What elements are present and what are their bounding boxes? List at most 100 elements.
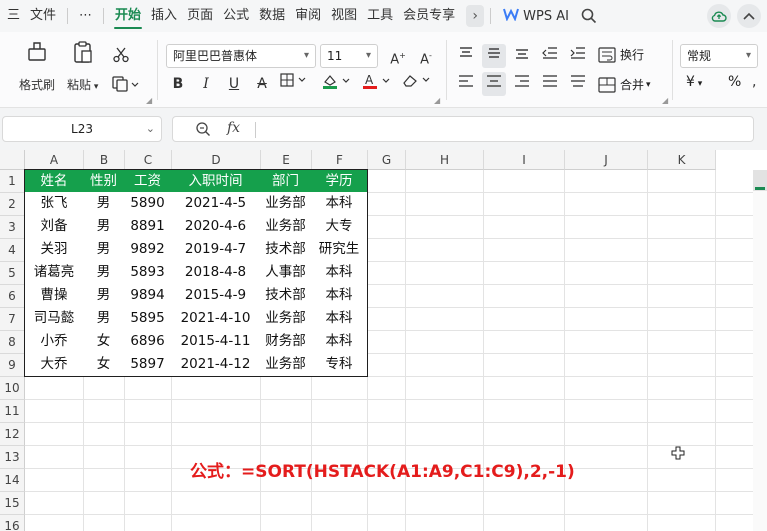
table-header-cell[interactable]: 学历 <box>311 169 368 193</box>
align-bottom-icon[interactable] <box>510 44 534 68</box>
table-cell[interactable]: 5893 <box>124 261 172 285</box>
underline-icon[interactable]: U <box>222 72 246 96</box>
hamburger-icon[interactable]: 三 <box>0 0 25 32</box>
table-cell[interactable]: 男 <box>83 192 125 216</box>
font-name-select[interactable]: 阿里巴巴普惠体 ▾ <box>166 44 316 68</box>
fill-color-icon[interactable] <box>320 72 356 96</box>
row-header-5[interactable]: 5 <box>0 262 25 285</box>
cut-icon[interactable] <box>112 46 130 68</box>
table-cell[interactable]: 2015-4-9 <box>171 284 261 308</box>
zoom-icon[interactable] <box>195 121 211 141</box>
table-cell[interactable]: 8891 <box>124 215 172 239</box>
table-cell[interactable]: 男 <box>83 238 125 262</box>
table-cell[interactable]: 本科 <box>311 284 368 308</box>
column-header-d[interactable]: D <box>172 150 261 170</box>
tab-view[interactable]: 视图 <box>326 0 362 32</box>
table-cell[interactable]: 男 <box>83 261 125 285</box>
format-painter-label[interactable]: 格式刷 <box>19 76 55 93</box>
italic-icon[interactable]: I <box>194 72 218 96</box>
align-middle-icon[interactable] <box>482 44 506 68</box>
table-cell[interactable]: 2018-4-8 <box>171 261 261 285</box>
increase-indent-icon[interactable] <box>566 44 590 68</box>
row-header-11[interactable]: 11 <box>0 400 25 423</box>
table-cell[interactable]: 2015-4-11 <box>171 330 261 354</box>
table-cell[interactable]: 2020-4-6 <box>171 215 261 239</box>
tab-data[interactable]: 数据 <box>254 0 290 32</box>
row-header-2[interactable]: 2 <box>0 193 25 216</box>
tab-insert[interactable]: 插入 <box>146 0 182 32</box>
row-header-13[interactable]: 13 <box>0 446 25 469</box>
table-cell[interactable]: 2021-4-10 <box>171 307 261 331</box>
column-header-b[interactable]: B <box>84 150 125 170</box>
align-center-icon[interactable] <box>482 72 506 96</box>
table-cell[interactable]: 2021-4-12 <box>171 353 261 377</box>
table-cell[interactable]: 大乔 <box>24 353 84 377</box>
tab-review[interactable]: 审阅 <box>290 0 326 32</box>
table-cell[interactable]: 女 <box>83 353 125 377</box>
border-icon[interactable] <box>278 72 314 96</box>
table-cell[interactable]: 业务部 <box>260 353 312 377</box>
copy-icon[interactable] <box>112 76 142 96</box>
table-cell[interactable]: 业务部 <box>260 307 312 331</box>
table-cell[interactable]: 9892 <box>124 238 172 262</box>
row-header-10[interactable]: 10 <box>0 377 25 400</box>
tab-tools[interactable]: 工具 <box>362 0 398 32</box>
table-cell[interactable]: 5890 <box>124 192 172 216</box>
table-cell[interactable]: 业务部 <box>260 215 312 239</box>
currency-button[interactable]: ¥ ▾ <box>686 74 702 90</box>
decrease-font-icon[interactable]: A- <box>414 44 438 68</box>
table-cell[interactable]: 2019-4-7 <box>171 238 261 262</box>
cloud-sync-icon[interactable] <box>707 4 731 28</box>
table-cell[interactable]: 男 <box>83 284 125 308</box>
strikethrough-icon[interactable]: A <box>250 72 274 96</box>
align-top-icon[interactable] <box>454 44 478 68</box>
table-cell[interactable]: 本科 <box>311 330 368 354</box>
alignment-expand-icon[interactable]: ◢ <box>662 96 668 105</box>
table-cell[interactable]: 本科 <box>311 192 368 216</box>
table-cell[interactable]: 男 <box>83 307 125 331</box>
number-format-select[interactable]: 常规 ▾ <box>680 44 758 68</box>
font-color-icon[interactable]: A <box>360 72 396 96</box>
table-header-cell[interactable]: 姓名 <box>24 169 84 193</box>
bold-icon[interactable]: B <box>166 72 190 96</box>
row-header-7[interactable]: 7 <box>0 308 25 331</box>
align-left-icon[interactable] <box>454 72 478 96</box>
row-header-8[interactable]: 8 <box>0 331 25 354</box>
row-header-1[interactable]: 1 <box>0 170 25 193</box>
tab-home[interactable]: 开始 <box>110 0 146 32</box>
table-cell[interactable]: 张飞 <box>24 192 84 216</box>
table-cell[interactable]: 技术部 <box>260 284 312 308</box>
clipboard-expand-icon[interactable]: ◢ <box>146 96 152 105</box>
column-header-i[interactable]: I <box>484 150 565 170</box>
chevron-right-icon[interactable]: › <box>466 5 485 27</box>
table-cell[interactable]: 小乔 <box>24 330 84 354</box>
column-header-c[interactable]: C <box>125 150 172 170</box>
table-cell[interactable]: 专科 <box>311 353 368 377</box>
table-cell[interactable]: 本科 <box>311 307 368 331</box>
menu-file[interactable]: 文件 <box>25 0 61 32</box>
table-cell[interactable]: 财务部 <box>260 330 312 354</box>
table-cell[interactable]: 诸葛亮 <box>24 261 84 285</box>
table-cell[interactable]: 2021-4-5 <box>171 192 261 216</box>
table-cell[interactable]: 男 <box>83 215 125 239</box>
table-cell[interactable]: 研究生 <box>311 238 368 262</box>
font-expand-icon[interactable]: ◢ <box>434 96 440 105</box>
column-header-j[interactable]: J <box>565 150 648 170</box>
table-cell[interactable]: 曹操 <box>24 284 84 308</box>
table-cell[interactable]: 刘备 <box>24 215 84 239</box>
collapse-ribbon-icon[interactable] <box>737 4 761 28</box>
table-cell[interactable]: 业务部 <box>260 192 312 216</box>
table-header-cell[interactable]: 入职时间 <box>171 169 261 193</box>
vertical-scrollbar[interactable] <box>753 170 767 531</box>
row-header-15[interactable]: 15 <box>0 492 25 515</box>
column-header-e[interactable]: E <box>261 150 312 170</box>
table-cell[interactable]: 人事部 <box>260 261 312 285</box>
row-header-9[interactable]: 9 <box>0 354 25 377</box>
column-header-h[interactable]: H <box>406 150 484 170</box>
spreadsheet-grid[interactable]: ABCDEFGHIJK 1 2 3 4 5 6 7 8 9 10 11 12 13 14 15 16 姓名 性别… <box>0 150 767 531</box>
row-header-12[interactable]: 12 <box>0 423 25 446</box>
table-cell[interactable]: 大专 <box>311 215 368 239</box>
table-cell[interactable]: 司马懿 <box>24 307 84 331</box>
table-cell[interactable]: 技术部 <box>260 238 312 262</box>
table-header-cell[interactable]: 部门 <box>260 169 312 193</box>
